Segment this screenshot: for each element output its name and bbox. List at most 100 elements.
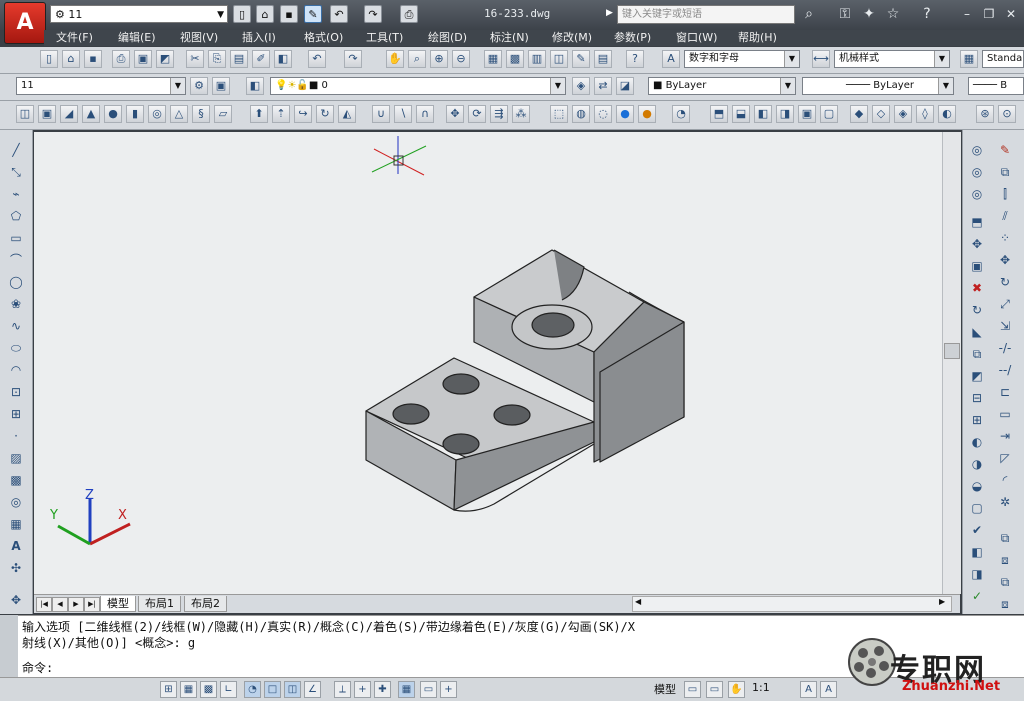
color-faces-icon[interactable]: ◩ [967, 366, 987, 386]
auto-scale-icon[interactable]: A [820, 681, 837, 698]
menu-modify[interactable]: 修改(M) [552, 30, 592, 46]
array-icon[interactable]: ⁘ [995, 228, 1015, 248]
visual-style-wireframe-icon[interactable]: ⬚ [550, 105, 568, 123]
object-snap-icon[interactable]: □ [264, 681, 281, 698]
wedge-icon[interactable]: ◢ [60, 105, 78, 123]
pyramid-icon[interactable]: △ [170, 105, 188, 123]
plot-icon[interactable]: ⎙ [112, 50, 130, 68]
interfere-icon[interactable]: ✓ [967, 586, 987, 606]
ellipse-icon[interactable]: ⬭ [6, 338, 26, 358]
preview-icon[interactable]: ▣ [134, 50, 152, 68]
intersect-icon[interactable]: ◎ [967, 184, 987, 204]
sw-iso-icon[interactable]: ◆ [850, 105, 868, 123]
rotate-icon[interactable]: ↻ [995, 272, 1015, 292]
next-tab-icon[interactable]: ▶ [68, 597, 84, 612]
minimize-icon[interactable]: – [958, 6, 976, 22]
prev-tab-icon[interactable]: ◀ [52, 597, 68, 612]
taper-faces-icon[interactable]: ◣ [967, 322, 987, 342]
infer-constraints-icon[interactable]: ⊞ [160, 681, 177, 698]
multiline-text-icon[interactable]: A [6, 536, 26, 556]
menu-edit[interactable]: 编辑(E) [118, 30, 156, 46]
region-icon[interactable]: ◎ [6, 492, 26, 512]
view-back-icon[interactable]: ▢ [820, 105, 838, 123]
visual-style-hidden-icon[interactable]: ◍ [572, 105, 590, 123]
view-left-icon[interactable]: ◧ [754, 105, 772, 123]
table-icon[interactable]: ▦ [6, 514, 26, 534]
redo-icon[interactable]: ↷ [344, 50, 362, 68]
text-style-icon[interactable]: A [662, 50, 680, 68]
make-block-icon[interactable]: ⊞ [6, 404, 26, 424]
polygon-icon[interactable]: ⬠ [6, 206, 26, 226]
arc-icon[interactable]: ⌒ [6, 250, 26, 270]
3d-move-icon[interactable]: ✥ [446, 105, 464, 123]
sweep-icon[interactable]: ↪ [294, 105, 312, 123]
paste-icon[interactable]: ▤ [230, 50, 248, 68]
line-icon[interactable]: ╱ [6, 140, 26, 160]
menu-file[interactable]: 文件(F) [56, 30, 93, 46]
undo-icon[interactable]: ↶ [330, 5, 348, 23]
quick-view-drawings-icon[interactable]: ▭ [706, 681, 723, 698]
box-icon[interactable]: ▣ [38, 105, 56, 123]
markup-icon[interactable]: ✎ [572, 50, 590, 68]
loft-icon[interactable]: ◭ [338, 105, 356, 123]
layer-iso-icon[interactable]: ◪ [616, 77, 634, 95]
separate-icon[interactable]: ◒ [967, 476, 987, 496]
drawing-area[interactable]: Z X Y [34, 132, 942, 594]
tool-b-icon[interactable]: ⧈ [995, 550, 1015, 570]
circle-icon[interactable]: ◯ [6, 272, 26, 292]
new-icon[interactable]: ▯ [40, 50, 58, 68]
pan-icon[interactable]: ✋ [386, 50, 404, 68]
3d-orbit-icon[interactable]: ⊛ [976, 105, 994, 123]
subtract-icon[interactable]: ◎ [967, 162, 987, 182]
view-top-icon[interactable]: ⬒ [710, 105, 728, 123]
key-icon[interactable]: ⚿ [836, 5, 854, 23]
undo-icon[interactable]: ↶ [308, 50, 326, 68]
quick-view-layouts-icon[interactable]: ▭ [684, 681, 701, 698]
se-iso-icon[interactable]: ◇ [872, 105, 890, 123]
menu-draw[interactable]: 绘图(D) [428, 30, 467, 46]
open-icon[interactable]: ⌂ [62, 50, 80, 68]
tab-layout1[interactable]: 布局1 [138, 596, 181, 612]
table-style-dropdown[interactable]: Standa [982, 50, 1024, 68]
vertical-scrollbar[interactable] [942, 132, 961, 594]
intersect-icon[interactable]: ∩ [416, 105, 434, 123]
tool-c-icon[interactable]: ⧉ [995, 572, 1015, 592]
erase-icon[interactable]: ✎ [995, 140, 1015, 160]
menu-parameters[interactable]: 参数(P) [614, 30, 651, 46]
offset-icon[interactable]: ⫽ [995, 206, 1015, 226]
add-selected-icon[interactable]: ✣ [6, 558, 26, 578]
object-snap-tracking-icon[interactable]: ∠ [304, 681, 321, 698]
restore-icon[interactable]: ❐ [980, 6, 998, 22]
scroll-thumb[interactable] [944, 343, 960, 359]
helix-icon[interactable]: § [192, 105, 210, 123]
explode-icon[interactable]: ✲ [995, 492, 1015, 512]
extend-icon[interactable]: --/ [995, 360, 1015, 380]
properties-icon[interactable]: ▦ [484, 50, 502, 68]
grid-display-icon[interactable]: ▩ [200, 681, 217, 698]
linetype-dropdown[interactable]: ──── ByLayer ▼ [802, 77, 954, 95]
camera-icon[interactable]: ◐ [938, 105, 956, 123]
copy-edges-icon[interactable]: ⊟ [967, 388, 987, 408]
make-current-layer-icon[interactable]: ◈ [572, 77, 590, 95]
snap-mode-icon[interactable]: ▦ [180, 681, 197, 698]
copy-icon[interactable]: ⎘ [208, 50, 226, 68]
first-tab-icon[interactable]: |◀ [36, 597, 52, 612]
insert-block-icon[interactable]: ⊡ [6, 382, 26, 402]
break-icon[interactable]: ▭ [995, 404, 1015, 424]
transparency-icon[interactable]: ▦ [398, 681, 415, 698]
extrude-icon[interactable]: ⬆ [250, 105, 268, 123]
hatch-icon[interactable]: ▨ [6, 448, 26, 468]
tool-palettes-icon[interactable]: ▥ [528, 50, 546, 68]
delete-faces-icon[interactable]: ✖ [967, 278, 987, 298]
save-icon[interactable]: ▪ [84, 50, 102, 68]
3d-align-icon[interactable]: ⇶ [490, 105, 508, 123]
navigation-icon[interactable]: ✥ [6, 590, 26, 610]
construction-line-icon[interactable]: ⤡ [6, 162, 26, 182]
horizontal-scrollbar[interactable]: ◀ ▶ [632, 596, 952, 612]
publish-icon[interactable]: ◩ [156, 50, 174, 68]
view-front-icon[interactable]: ▣ [798, 105, 816, 123]
move-icon[interactable]: ✥ [995, 250, 1015, 270]
new-icon[interactable]: ▯ [233, 5, 251, 23]
close-icon[interactable]: ✕ [1002, 6, 1020, 22]
zoom-previous-icon[interactable]: ⊖ [452, 50, 470, 68]
